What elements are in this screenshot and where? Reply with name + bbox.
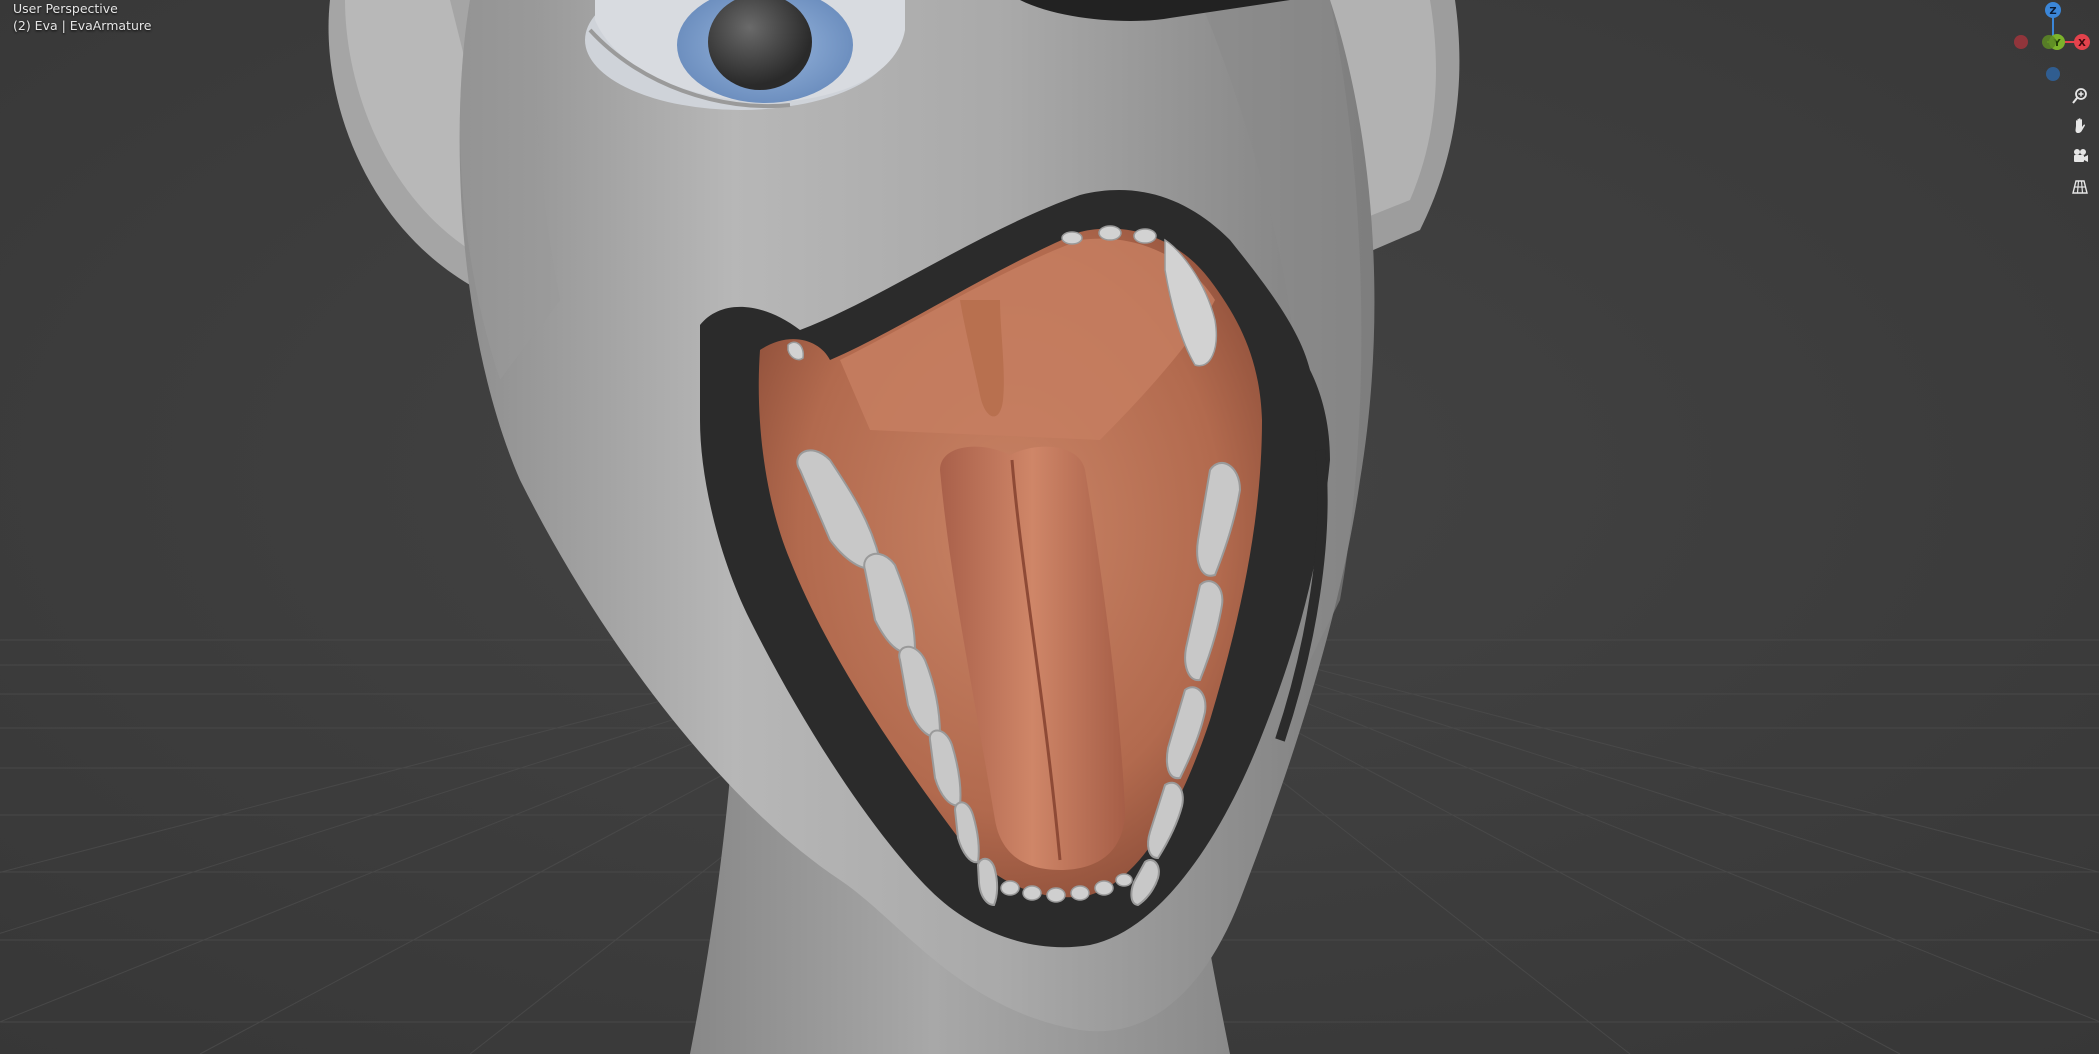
camera-view-button[interactable] xyxy=(2067,143,2093,169)
view-name-label: User Perspective xyxy=(13,1,118,16)
axis-x-icon[interactable]: X xyxy=(2074,34,2090,50)
axis-neg-y-icon[interactable] xyxy=(2042,35,2056,49)
axis-z-icon[interactable]: Z xyxy=(2045,2,2061,18)
zoom-icon xyxy=(2072,88,2087,104)
axis-neg-z-icon[interactable] xyxy=(2046,67,2060,81)
zoom-button[interactable] xyxy=(2067,83,2093,109)
navigation-gizmo[interactable]: Z X Y xyxy=(1999,0,2099,90)
active-object-label: (2) Eva | EvaArmature xyxy=(13,18,152,33)
3d-viewport[interactable]: User Perspective (2) Eva | EvaArmature Z… xyxy=(0,0,2099,1054)
ortho-toggle-button[interactable] xyxy=(2067,174,2093,200)
svg-text:X: X xyxy=(2078,38,2086,49)
viewport-scene xyxy=(0,0,2099,1054)
pan-button[interactable] xyxy=(2067,113,2093,139)
hand-pan-icon xyxy=(2075,118,2086,133)
svg-text:Z: Z xyxy=(2049,6,2056,17)
axis-neg-x-icon[interactable] xyxy=(2014,35,2028,49)
ortho-grid-icon xyxy=(2072,180,2088,194)
camera-icon xyxy=(2074,149,2088,162)
